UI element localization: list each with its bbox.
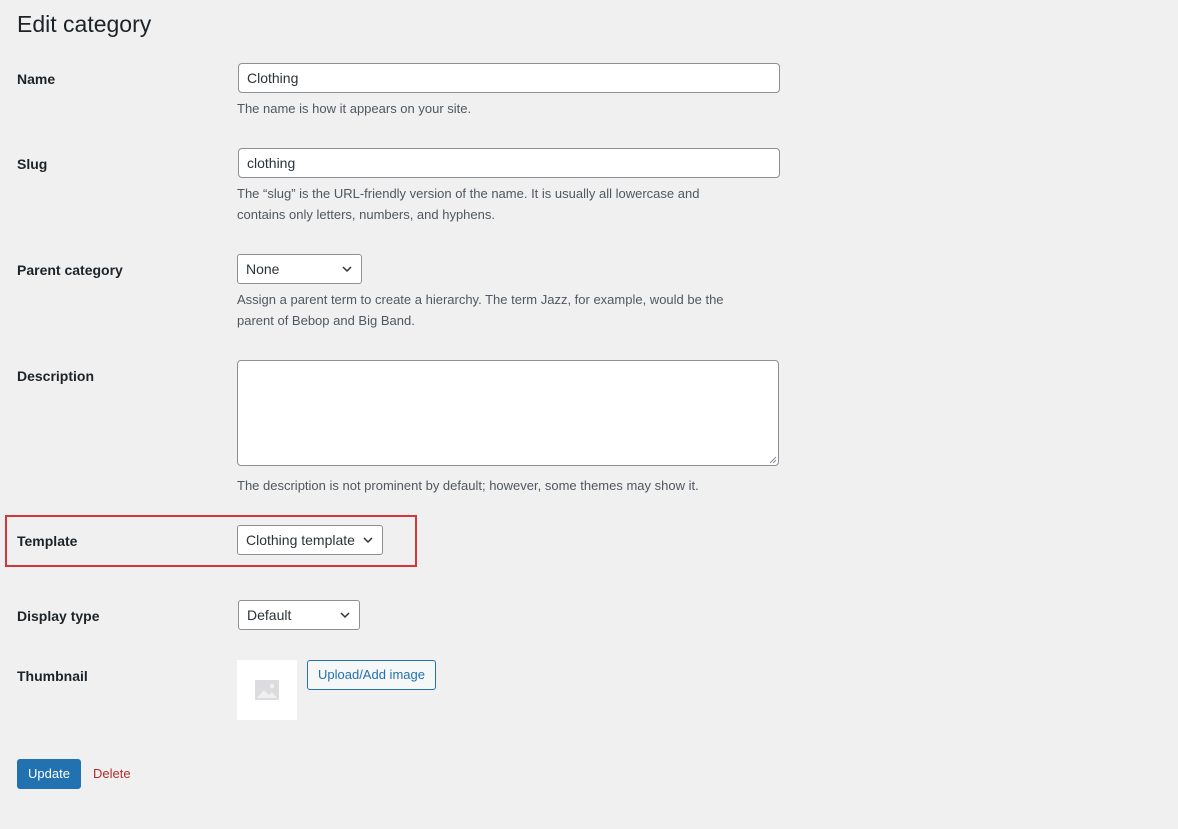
template-select[interactable]: Clothing template	[237, 525, 383, 555]
description-wrapper	[237, 360, 779, 466]
thumbnail-preview	[237, 660, 297, 720]
slug-help: The “slug” is the URL-friendly version o…	[237, 186, 700, 222]
parent-category-help: Assign a parent term to create a hierarc…	[237, 292, 724, 328]
delete-link[interactable]: Delete	[93, 764, 131, 784]
parent-category-label: Parent category	[17, 262, 123, 278]
description-help: The description is not prominent by defa…	[237, 478, 699, 493]
display-type-value: Default	[247, 607, 292, 623]
update-button[interactable]: Update	[17, 759, 81, 789]
name-input[interactable]	[238, 63, 780, 93]
slug-label: Slug	[17, 156, 48, 172]
name-label: Name	[17, 71, 56, 87]
resize-handle-icon[interactable]	[769, 456, 777, 464]
template-value: Clothing template	[246, 532, 355, 548]
name-help: The name is how it appears on your site.	[237, 101, 472, 116]
slug-input[interactable]	[238, 148, 780, 178]
description-textarea[interactable]	[237, 360, 779, 466]
upload-image-button[interactable]: Upload/Add image	[307, 660, 436, 690]
template-label: Template	[17, 533, 78, 549]
chevron-down-icon	[340, 612, 350, 619]
description-label: Description	[17, 368, 95, 384]
chevron-down-icon	[363, 537, 373, 544]
parent-category-value: None	[246, 261, 280, 277]
image-placeholder-icon	[255, 680, 279, 700]
page-title: Edit category	[17, 11, 152, 37]
thumbnail-label: Thumbnail	[17, 668, 88, 684]
parent-category-select[interactable]: None	[237, 254, 362, 284]
chevron-down-icon	[342, 266, 352, 273]
display-type-select[interactable]: Default	[238, 600, 360, 630]
display-type-label: Display type	[17, 608, 100, 624]
